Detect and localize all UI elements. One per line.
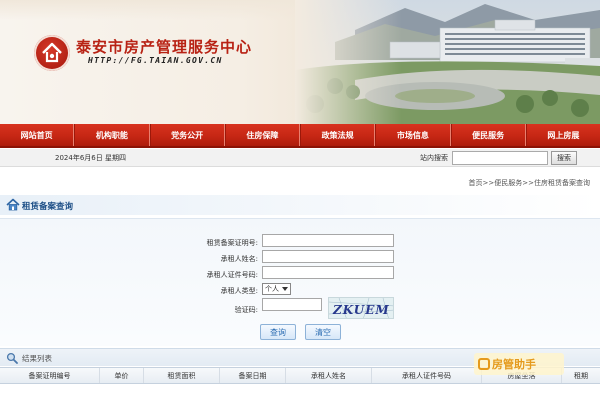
column-header-lessee-name: 承租人姓名 [286,368,372,383]
nav-item-housing-security[interactable]: 住房保障 [224,124,300,146]
magnifier-icon [6,352,18,364]
lessee-name-input[interactable] [262,250,394,263]
site-search-button[interactable]: 搜索 [551,151,577,165]
lessee-type-label: 承租人类型: [220,287,258,295]
nav-item-public-services[interactable]: 便民服务 [450,124,526,146]
watermark-text: 房管助手 [492,358,536,371]
captcha-noise-graphic: ZKUEM [329,298,393,318]
results-title: 结果列表 [22,354,52,363]
site-search-label: 站内搜索 [420,154,448,162]
captcha-image[interactable]: ZKUEM [328,297,394,319]
site-banner: 泰安市房产管理服务中心 HTTP://FG.TAIAN.GOV.CN [0,0,600,124]
watermark-logo-icon [478,358,490,370]
column-header-lessee-id: 承租人证件号码 [372,368,482,383]
query-button[interactable]: 查询 [260,324,296,340]
lessee-id-label: 承租人证件号码: [206,271,258,279]
results-table-body [0,385,600,400]
site-url: HTTP://FG.TAIAN.GOV.CN [88,56,223,65]
column-header-record-date: 备案日期 [220,368,286,383]
main-nav: 网站首页 机构职能 党务公开 住房保障 政策法规 市场信息 便民服务 网上房展 [0,124,600,148]
city-building-photo [295,0,600,124]
house-icon [6,198,20,211]
nav-item-party-affairs[interactable]: 党务公开 [149,124,225,146]
clear-button[interactable]: 清空 [305,324,341,340]
lessee-type-selected: 个人 [265,285,279,293]
lessee-type-select[interactable]: 个人 [262,283,291,295]
column-header-unit-price: 单价 [100,368,144,383]
site-search-input[interactable] [452,151,548,165]
info-bar: 2024年6月6日 星期四 站内搜索 搜索 [0,149,600,167]
site-title: 泰安市房产管理服务中心 [76,38,253,56]
cert-no-input[interactable] [262,234,394,247]
nav-item-policies[interactable]: 政策法规 [300,124,376,146]
captcha-text: ZKUEM [332,303,390,317]
breadcrumb: 首页>>便民服务>>住房租赁备案查询 [468,179,590,187]
column-header-cert-no: 备案证明编号 [0,368,100,383]
column-header-area: 租赁面积 [144,368,220,383]
nav-item-online-expo[interactable]: 网上房展 [525,124,600,146]
lessee-id-input[interactable] [262,266,394,279]
chevron-down-icon [282,287,288,291]
lessee-name-label: 承租人姓名: [220,255,258,263]
column-header-lease-term: 租期 [574,371,588,380]
section-title: 租赁备案查询 [22,202,74,212]
watermark-badge: 房管助手 [474,353,564,375]
nav-item-home[interactable]: 网站首页 [0,124,75,146]
captcha-label: 验证码: [234,306,258,314]
nav-item-organization[interactable]: 机构职能 [74,124,150,146]
cert-no-label: 租赁备案证明号: [206,239,258,247]
nav-item-market-info[interactable]: 市场信息 [375,124,451,146]
captcha-input[interactable] [262,298,322,311]
house-emblem-icon [42,42,62,63]
section-header: 租赁备案查询 [0,195,600,215]
emblem-logo [34,35,70,71]
current-date: 2024年6月6日 星期四 [55,154,126,162]
